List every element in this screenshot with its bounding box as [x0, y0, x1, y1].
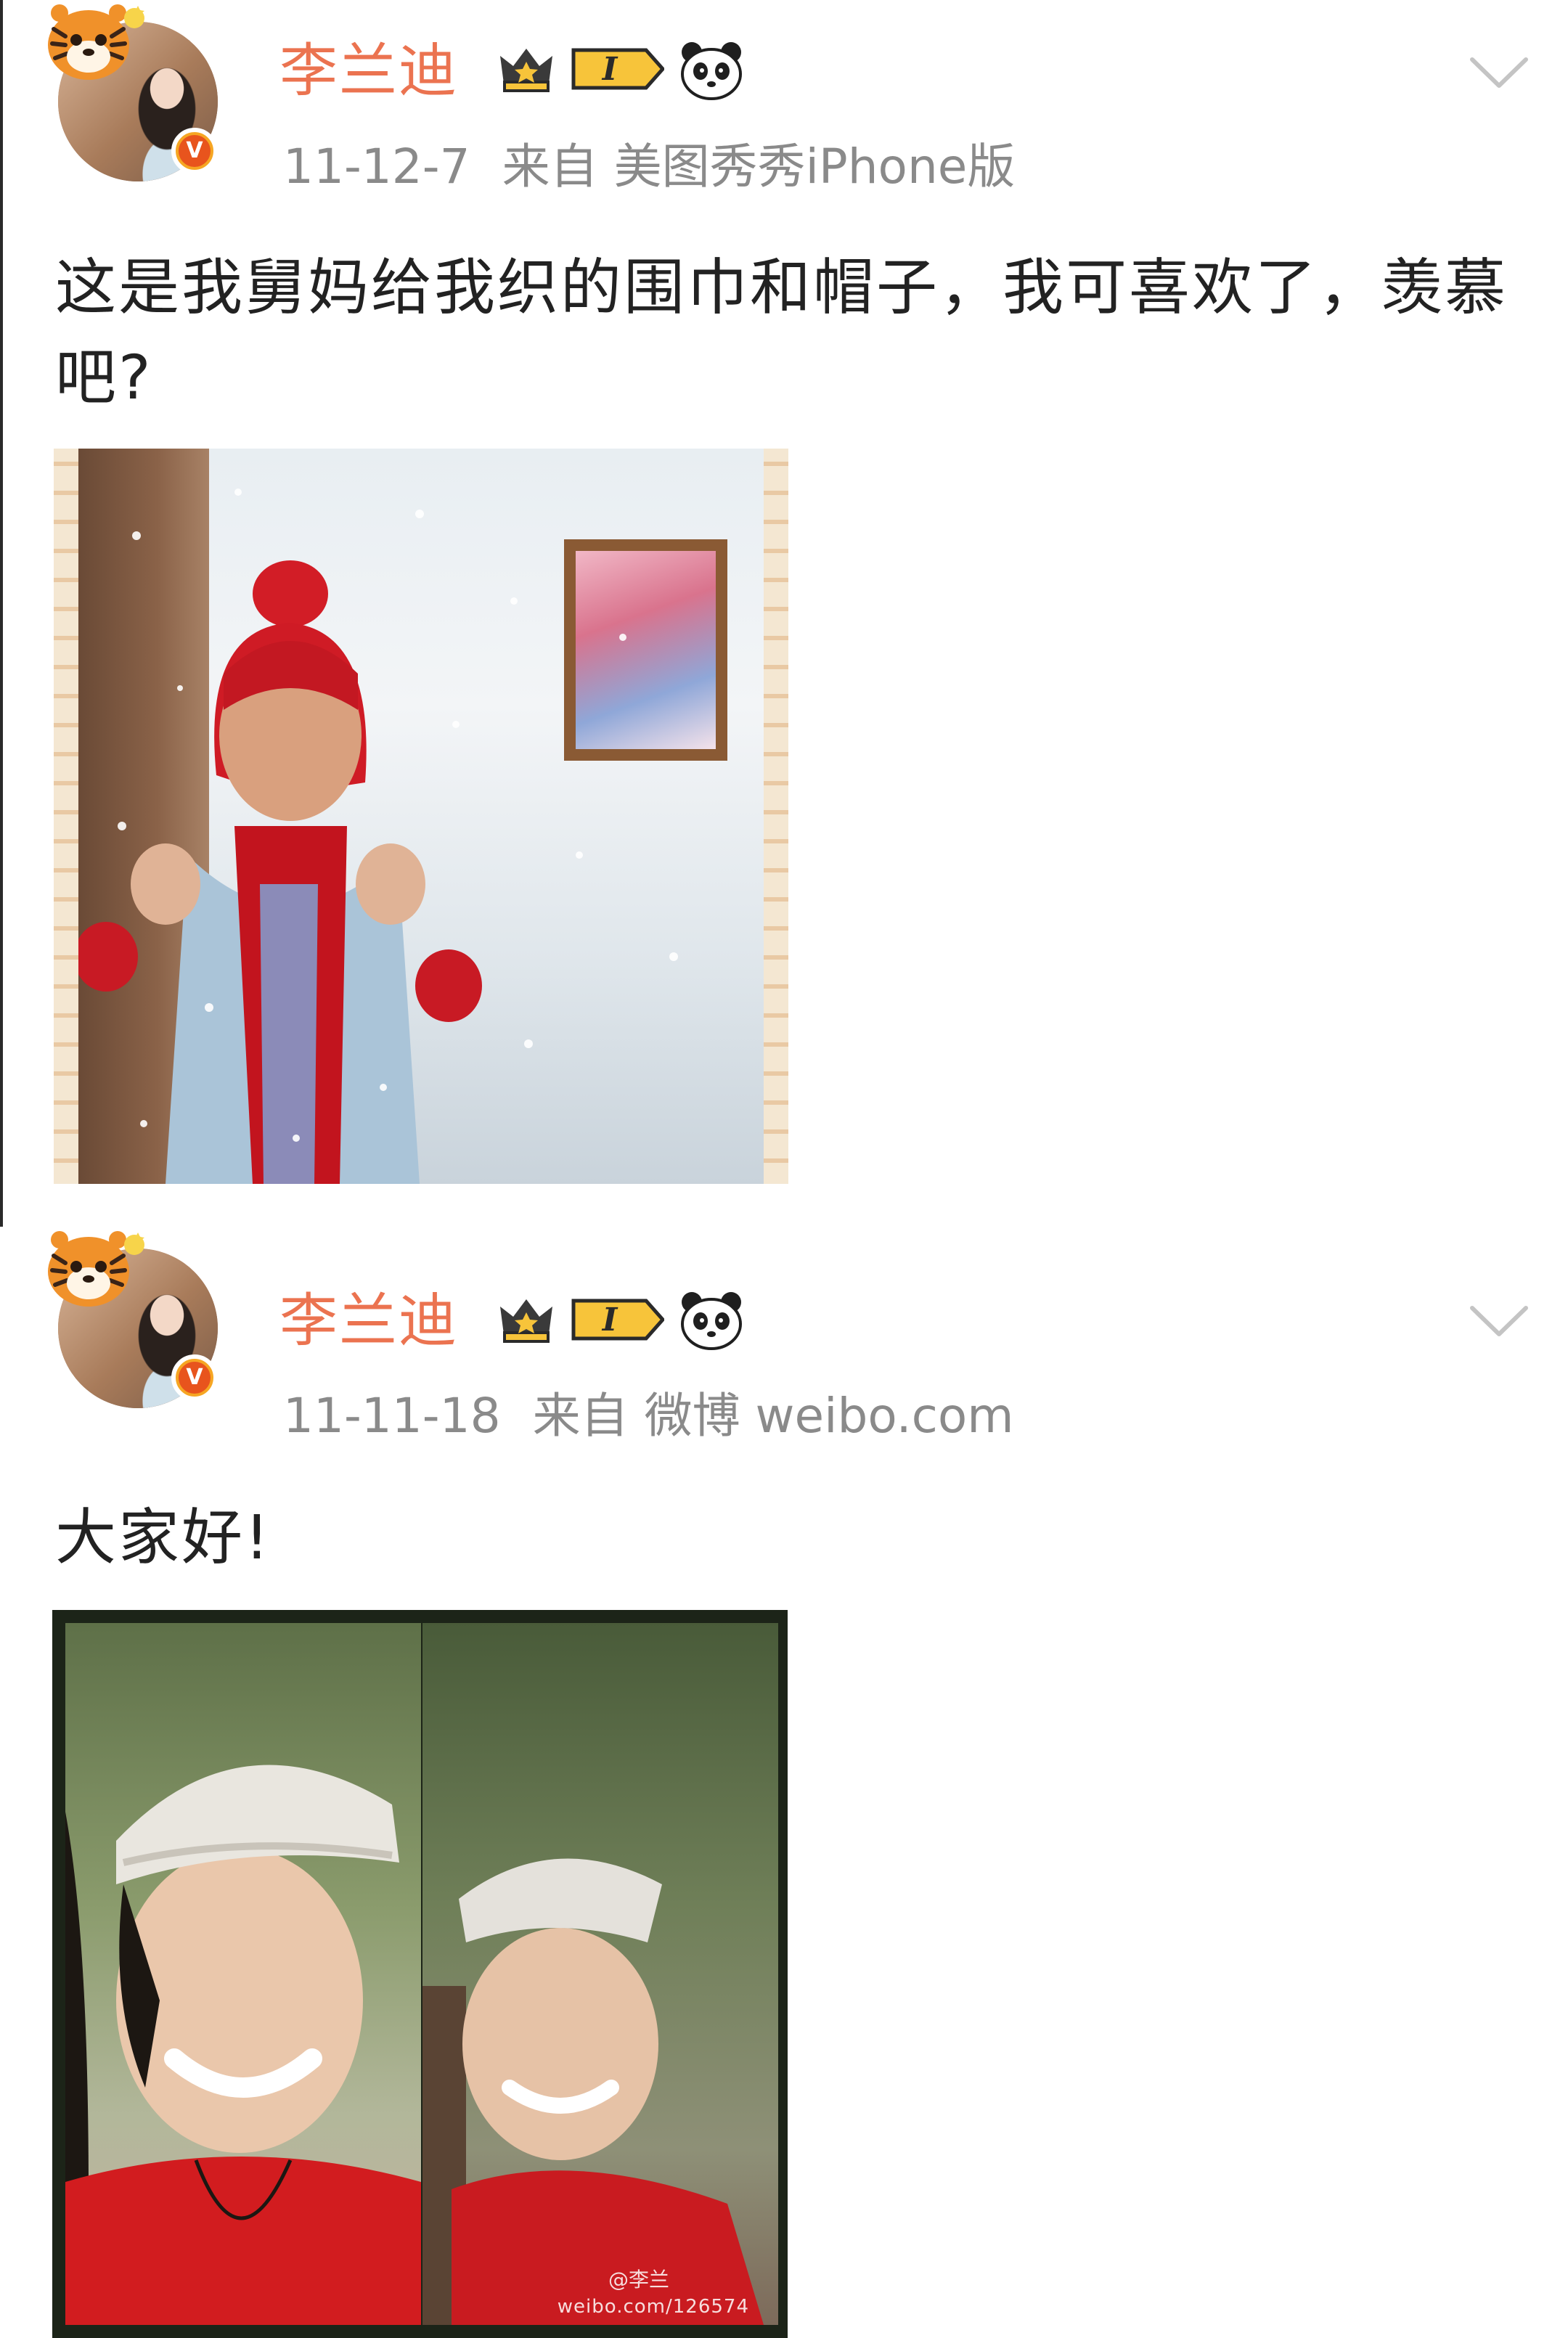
photo-frame-border: [54, 449, 78, 1184]
chevron-down-icon[interactable]: [1466, 51, 1532, 94]
watermark-url: weibo.com/126574: [557, 2296, 749, 2318]
svg-text:I: I: [601, 51, 618, 88]
post-date: 11-11-18: [283, 1388, 501, 1444]
photo-left-panel: [65, 1623, 421, 2325]
post-meta: 11-12-7 来自 美图秀秀iPhone版: [283, 143, 1047, 191]
girl-white-visor-illustration: [65, 1765, 421, 2325]
crown-member-badge-icon[interactable]: I: [497, 40, 664, 98]
panda-icon: [681, 42, 742, 100]
tiger-avatar-decoration-icon: [48, 1231, 144, 1307]
tiger-avatar-decoration-icon: [48, 4, 144, 80]
watermark-handle: @李兰: [608, 2268, 669, 2292]
photo-scene: [78, 449, 764, 1184]
post-photo[interactable]: @李兰 weibo.com/126574: [52, 1610, 788, 2338]
post-via-label: 来自: [532, 1388, 629, 1444]
username[interactable]: 李兰迪: [279, 42, 458, 100]
post-via-label: 来自: [502, 139, 598, 195]
photo-frame-border: [764, 449, 788, 1184]
crown-member-badge-icon[interactable]: I: [497, 1291, 664, 1349]
post-photo[interactable]: [54, 449, 788, 1184]
user-avatar[interactable]: V: [44, 0, 225, 181]
verified-badge: V: [171, 128, 218, 174]
chevron-down-icon[interactable]: [1466, 1299, 1532, 1343]
post-text: 这是我舅妈给我织的围巾和帽子，我可喜欢了，羡慕吧?: [55, 252, 1508, 413]
post-source[interactable]: 微博 weibo.com: [645, 1388, 1014, 1444]
post-text: 大家好!: [55, 1502, 271, 1573]
user-avatar[interactable]: V: [44, 1227, 225, 1408]
panda-icon: [681, 1292, 742, 1350]
username[interactable]: 李兰迪: [279, 1292, 458, 1350]
girl-white-visor-illustration: [422, 1858, 764, 2325]
girl-in-red-hat-illustration: [78, 489, 678, 1184]
post-date: 11-12-7: [283, 139, 470, 195]
weibo-post: V 李兰迪 I 11-11-18 来自 微博 weibo.com 大家好! @李…: [0, 1227, 1568, 2338]
verified-badge: V: [171, 1354, 218, 1401]
photo-right-panel: @李兰 weibo.com/126574: [422, 1623, 778, 2325]
weibo-post: V 李兰迪 I 11-12-7 来自 美图秀秀iPhone版 这是我舅妈给我织的围巾…: [0, 0, 1568, 1227]
post-source[interactable]: 美图秀秀iPhone版: [614, 139, 1016, 195]
svg-text:I: I: [601, 1301, 618, 1338]
post-meta: 11-11-18 来自 微博 weibo.com: [283, 1392, 1046, 1440]
